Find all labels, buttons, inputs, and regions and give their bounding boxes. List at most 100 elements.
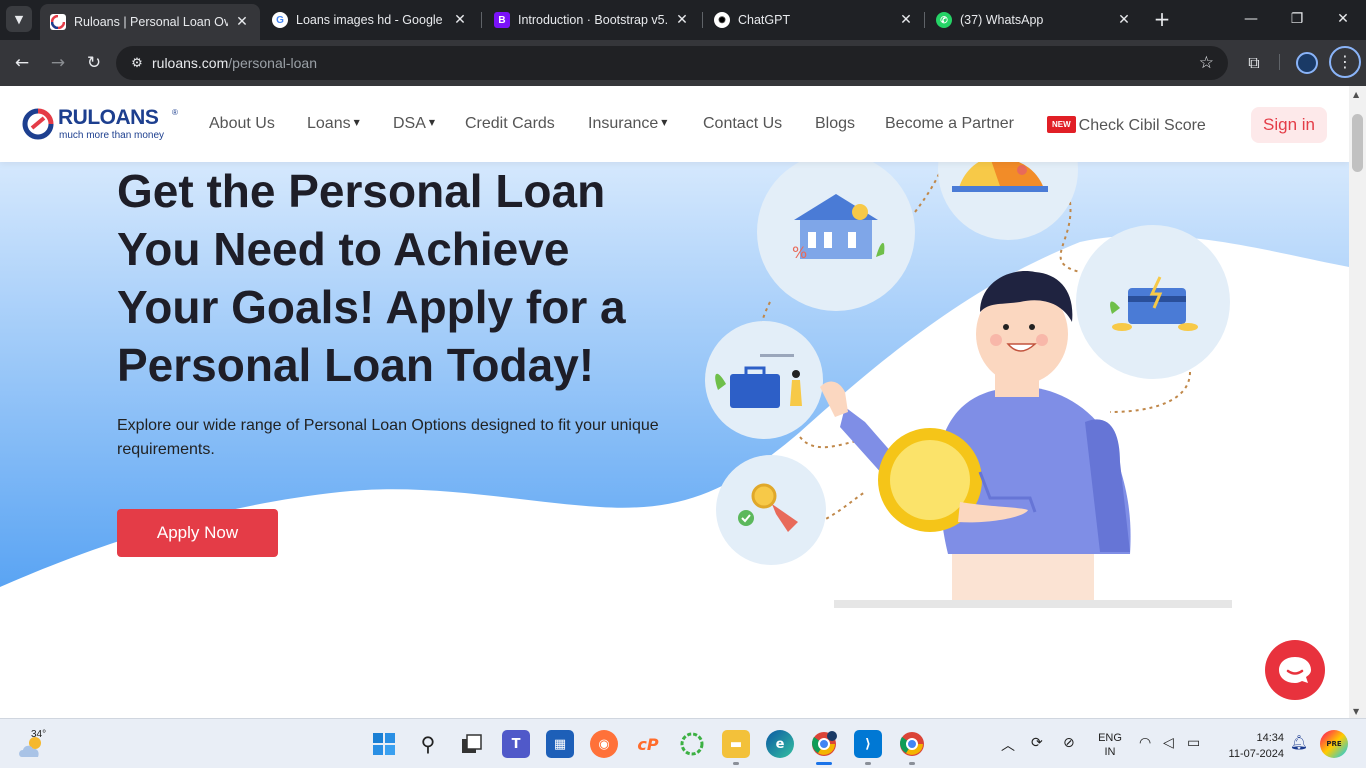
wifi-icon[interactable]: ◠ [1139, 735, 1151, 751]
tab-separator [702, 12, 703, 28]
nav-about-us[interactable]: About Us [209, 115, 275, 133]
region-code: IN [1104, 746, 1116, 758]
vscode-icon[interactable]: ⟩ [854, 730, 882, 758]
nav-dsa-dropdown[interactable]: DSA ▼ [393, 115, 435, 133]
battery-icon[interactable]: ▭ [1187, 735, 1200, 751]
tab-ruloans[interactable]: Ruloans | Personal Loan Ove ✕ [40, 4, 260, 40]
language-indicator[interactable]: ENG IN [1096, 731, 1124, 759]
url-path: /personal-loan [228, 55, 317, 71]
sign-in-button[interactable]: Sign in [1251, 107, 1327, 143]
page-scrollbar[interactable]: ▲ ▼ [1349, 86, 1366, 718]
running-indicator [865, 762, 871, 765]
nav-contact-us[interactable]: Contact Us [703, 115, 782, 133]
whatsapp-favicon-icon: ✆ [936, 12, 952, 28]
sync-icon[interactable]: ⟳ [1031, 735, 1043, 751]
back-arrow-icon[interactable]: ← [10, 51, 34, 75]
tab-bootstrap[interactable]: B Introduction · Bootstrap v5.0 ✕ [484, 4, 700, 36]
chrome-icon[interactable] [898, 730, 926, 758]
nav-loans-label: Loans [307, 115, 351, 132]
hero-section: % Get the Personal Loan You Need to Achi… [0, 162, 1349, 718]
restore-icon[interactable]: ❐ [1286, 8, 1308, 30]
start-icon[interactable] [370, 730, 398, 758]
nav-become-partner[interactable]: Become a Partner [885, 115, 1014, 133]
nav-check-cibil[interactable]: NEW Check Cibil Score [1047, 116, 1206, 135]
loan-illustration: % [705, 162, 1232, 608]
extensions-icon[interactable]: ⧉ [1243, 52, 1265, 74]
close-icon[interactable]: ✕ [452, 12, 468, 28]
address-bar[interactable]: ⚙ ruloans.com/personal-loan ☆ [116, 46, 1228, 80]
nav-insurance-label: Insurance [588, 115, 659, 132]
toolbar-separator [1279, 54, 1280, 70]
ruloans-logo[interactable]: RULOANS ® much more than money [22, 106, 182, 146]
nav-dsa-label: DSA [393, 115, 426, 132]
store-icon[interactable]: ▦ [546, 730, 574, 758]
tab-search-button[interactable]: ▼ [6, 6, 32, 32]
edge-icon[interactable]: e [766, 730, 794, 758]
temperature: 34° [31, 729, 47, 740]
copilot-icon[interactable]: PRE [1320, 730, 1348, 758]
tab-whatsapp[interactable]: ✆ (37) WhatsApp ✕ [926, 4, 1142, 36]
nav-credit-cards[interactable]: Credit Cards [465, 115, 555, 133]
site-navbar: RULOANS ® much more than money About Us … [0, 86, 1349, 162]
nav-insurance-dropdown[interactable]: Insurance ▼ [588, 115, 667, 133]
bookmark-star-icon[interactable]: ☆ [1199, 53, 1214, 73]
network-off-icon[interactable]: ⊘ [1063, 735, 1075, 751]
minimize-icon[interactable]: — [1240, 8, 1262, 30]
hero-subtitle: Explore our wide range of Personal Loan … [117, 417, 659, 458]
chat-widget-button[interactable] [1265, 640, 1325, 700]
reload-icon[interactable]: ↻ [82, 51, 106, 75]
scroll-down-arrow-icon[interactable]: ▼ [1353, 707, 1359, 716]
running-indicator [909, 762, 915, 765]
tab-chatgpt[interactable]: ✺ ChatGPT ✕ [704, 4, 924, 36]
logo-brand-text: RULOANS [58, 106, 159, 129]
new-tab-icon[interactable]: + [1152, 9, 1172, 29]
volume-icon[interactable]: ◁ [1163, 735, 1174, 751]
svg-text:%: % [792, 243, 807, 262]
task-view-icon[interactable] [458, 730, 486, 758]
chrome-profile-icon[interactable] [810, 730, 838, 758]
chatgpt-favicon-icon: ✺ [714, 12, 730, 28]
file-explorer-icon[interactable]: ▬ [722, 730, 750, 758]
logo-tagline: much more than money [59, 130, 165, 141]
caret-down-icon: ▼ [353, 118, 360, 127]
tab-separator [924, 12, 925, 28]
close-icon[interactable]: ✕ [1116, 12, 1132, 28]
scrollbar-thumb[interactable] [1352, 114, 1363, 172]
weather-widget[interactable]: 34° [14, 727, 54, 761]
close-icon[interactable]: ✕ [234, 14, 250, 30]
search-icon[interactable]: ⚲ [414, 730, 442, 758]
nav-blogs[interactable]: Blogs [815, 115, 855, 133]
apply-now-button[interactable]: Apply Now [117, 509, 278, 557]
clock-date: 11-07-2024 [1228, 748, 1284, 760]
windows-taskbar: 34° ⚲ T ▦ ◉ cP ▬ e ⟩ ︿ ⟳ ⊘ ENG IN ◠ ◁ ▭ … [0, 718, 1366, 768]
site-info-icon[interactable]: ⚙ [122, 56, 152, 71]
bootstrap-favicon-icon: B [494, 12, 510, 28]
greenshot-icon[interactable] [678, 730, 706, 758]
chevron-up-icon[interactable]: ︿ [1001, 735, 1015, 755]
running-indicator [733, 762, 739, 765]
clock[interactable]: 14:34 11-07-2024 [1218, 730, 1284, 762]
browser-toolbar: ← → ↻ ⚙ ruloans.com/personal-loan ☆ ⧉ ⋮ [0, 40, 1366, 86]
tab-separator [481, 12, 482, 28]
close-icon[interactable]: ✕ [898, 12, 914, 28]
tab-title: Loans images hd - Google Se [296, 13, 446, 27]
nav-cibil-label: Check Cibil Score [1078, 117, 1206, 134]
tab-title: ChatGPT [738, 13, 791, 27]
window-close-icon[interactable]: ✕ [1332, 8, 1354, 30]
browser-menu-icon[interactable]: ⋮ [1329, 46, 1361, 78]
tab-title: (37) WhatsApp [960, 13, 1044, 27]
close-icon[interactable]: ✕ [674, 12, 690, 28]
active-indicator [816, 762, 832, 765]
forward-arrow-icon[interactable]: → [46, 51, 70, 75]
cpanel-icon[interactable]: cP [634, 730, 662, 758]
chat-bubble-icon [1279, 657, 1311, 683]
browser-tab-strip: ▼ Ruloans | Personal Loan Ove ✕ G Loans … [0, 0, 1366, 40]
tab-google[interactable]: G Loans images hd - Google Se ✕ [262, 4, 478, 36]
firefox-icon[interactable]: ◉ [590, 730, 618, 758]
scroll-up-arrow-icon[interactable]: ▲ [1353, 90, 1359, 99]
teams-icon[interactable]: T [502, 730, 530, 758]
tab-title: Introduction · Bootstrap v5.0 [518, 13, 668, 27]
nav-loans-dropdown[interactable]: Loans ▼ [307, 115, 360, 133]
profile-avatar[interactable] [1296, 52, 1318, 74]
notification-bell-icon[interactable]: 🔔︎ [1290, 735, 1308, 751]
